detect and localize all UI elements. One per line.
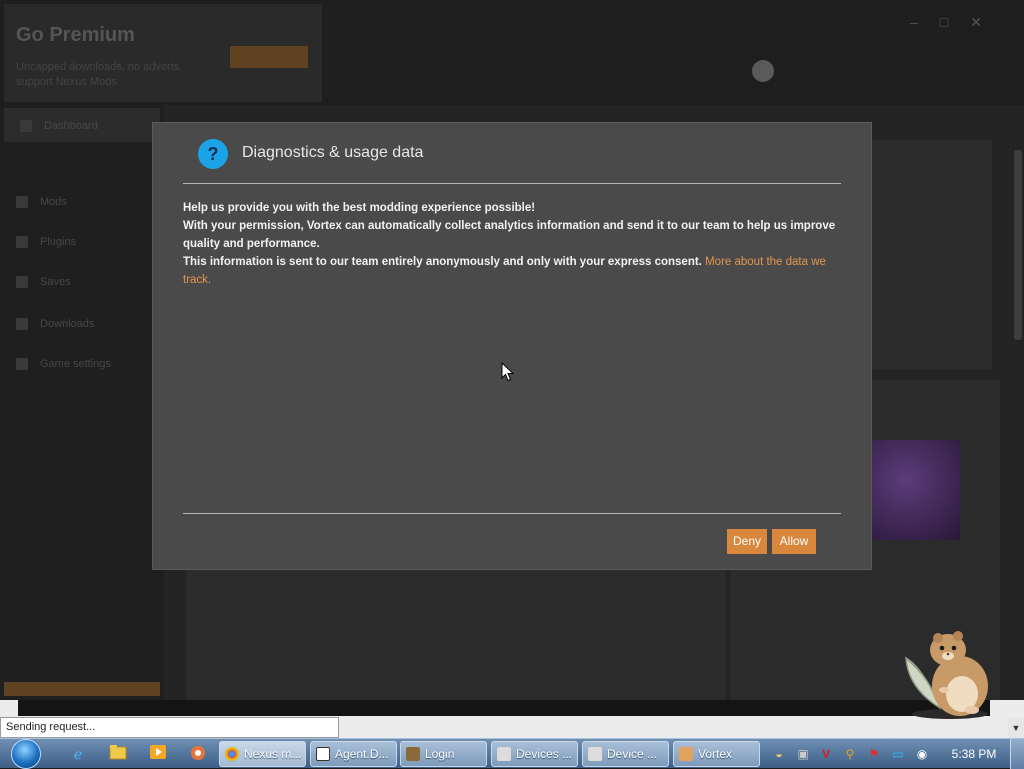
tray-search-icon[interactable]: ⚲ [842,746,858,762]
sidebar-bottom-bar [4,682,160,696]
taskbar-item-label: Nexus m... [244,747,302,761]
dialog-line-1: Help us provide you with the best moddin… [183,202,536,214]
tray-flag-icon[interactable]: ⚑ [866,746,882,762]
media-player-icon[interactable] [148,744,168,764]
sidebar-item-dashboard: Dashboard [20,120,98,132]
scroll-down-button[interactable]: ▼ [1008,718,1024,738]
vortex-icon [679,747,693,761]
premium-banner: Go Premium Uncapped downloads, no advert… [4,4,322,102]
divider [183,513,841,514]
sidebar-item-plugins: Plugins [16,236,76,248]
premium-title: Go Premium [16,24,135,46]
tray-vortex-icon[interactable]: ◒ [771,746,787,762]
sidebar-item-downloads: Downloads [16,318,94,330]
dialog-line-3-text: This information is sent to our team ent… [183,256,702,268]
taskbar-item-label: Vortex [698,747,733,761]
dialog-body: Help us provide you with the best moddin… [183,199,847,289]
internet-explorer-icon[interactable]: ℯ [68,744,88,764]
window-icon [316,747,330,761]
avatar [752,60,774,82]
mouse-cursor-icon [501,362,515,382]
window-controls: ‒□✕ [910,14,1004,30]
dialog-line-3: This information is sent to our team ent… [183,253,847,289]
windows-taskbar: ℯ Nexus m... Agent.D... Login Devices ..… [0,738,1024,769]
hamster-mascot-image [905,631,988,719]
sidebar-item-mods: Mods [16,196,67,208]
question-icon: ? [198,139,228,169]
taskbar-item-label: Agent.D... [335,747,389,761]
printer-icon [497,747,511,761]
taskbar-item-label: Devices ... [516,747,573,761]
dialog-line-2: With your permission, Vortex can automat… [183,220,836,250]
dialog-title: Diagnostics & usage data [242,144,424,161]
tray-v-icon[interactable]: V [818,746,834,762]
windows-logo-icon [11,739,41,769]
app-bottom-strip [18,700,990,716]
app-header: Go Premium Uncapped downloads, no advert… [0,0,1024,105]
folder-icon[interactable] [108,744,128,764]
divider [183,183,841,184]
deny-button[interactable]: Deny [727,529,767,554]
app-launcher-icon[interactable] [188,744,208,764]
status-text: Sending request... [0,717,339,738]
taskbar-item-label: Device ... [607,747,658,761]
allow-button[interactable]: Allow [772,529,816,554]
taskbar-item-label: Login [425,747,455,761]
app-icon [406,747,420,761]
taskbar-item-agent[interactable]: Agent.D... [310,741,397,767]
premium-subtitle: Uncapped downloads, no adverts, support … [16,61,183,88]
taskbar-item-nexus[interactable]: Nexus m... [219,741,306,767]
premium-button [230,46,308,68]
taskbar-item-devices[interactable]: Devices ... [491,741,578,767]
taskbar-item-login[interactable]: Login [400,741,487,767]
device-manager-icon [588,747,602,761]
sidebar-item-saves: Saves [16,276,71,288]
taskbar-item-vortex[interactable]: Vortex [673,741,760,767]
chrome-icon [225,747,239,761]
content-card-top-right [872,140,992,370]
show-desktop-button[interactable] [1010,739,1024,769]
content-card [186,570,726,700]
taskbar-clock[interactable]: 5:38 PM [950,739,998,769]
sidebar-item-game-settings: Game settings [16,358,111,370]
tray-display-icon[interactable]: ▭ [890,746,906,762]
start-button[interactable] [6,739,46,769]
tray-hamster-icon[interactable]: ▣ [795,746,811,762]
tray-volume-icon[interactable]: ◉ [914,746,930,762]
news-thumbnail [870,440,960,540]
scrollbar-thumb[interactable] [1014,150,1022,340]
diagnostics-dialog: ? Diagnostics & usage data Help us provi… [152,122,872,570]
taskbar-item-device-manager[interactable]: Device ... [582,741,669,767]
sidebar [0,105,164,700]
